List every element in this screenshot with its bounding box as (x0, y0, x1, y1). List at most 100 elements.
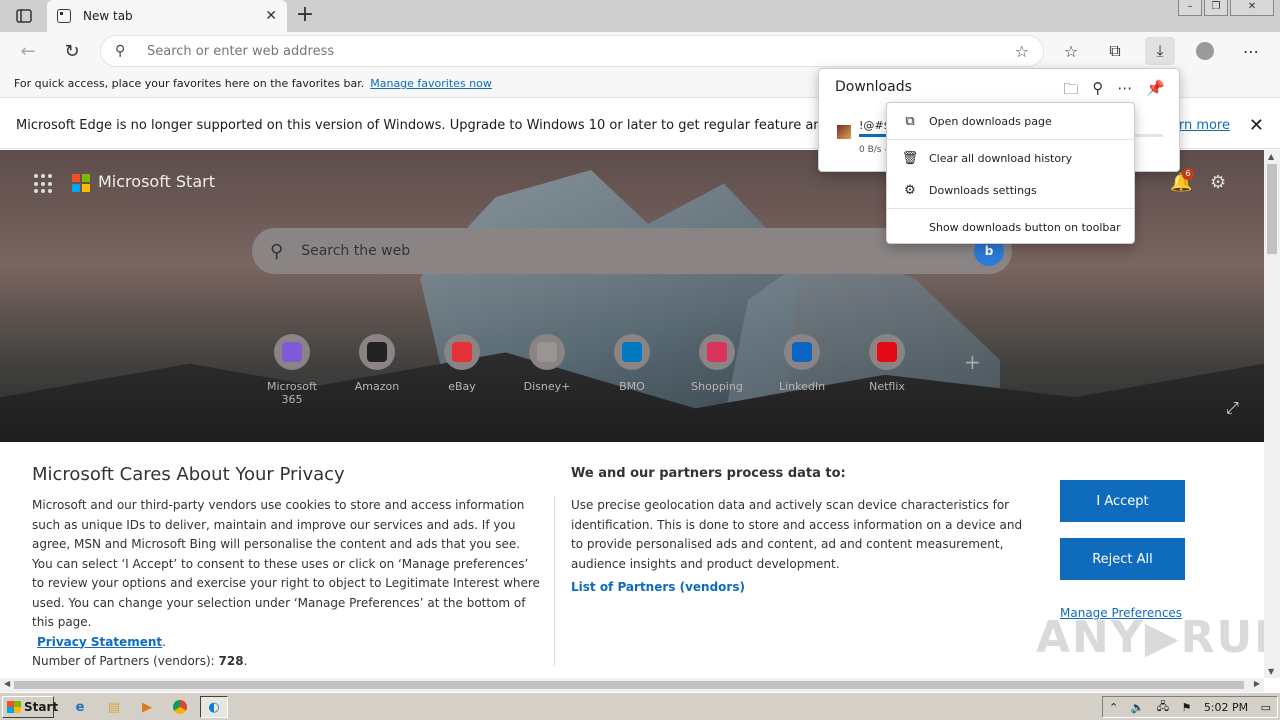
show-hidden-icons-icon[interactable]: ⌃ (1109, 701, 1118, 714)
privacy-description: Microsoft and our third-party vendors us… (32, 498, 540, 668)
start-label: Start (24, 700, 59, 714)
privacy-left-text: Microsoft and our third-party vendors us… (32, 498, 540, 629)
tab-actions-button[interactable] (8, 6, 40, 26)
address-bar[interactable]: ⚲ ☆ (100, 35, 1044, 67)
explorer-taskbar-icon[interactable]: ▤ (100, 696, 128, 718)
collections-button[interactable]: ⧉ (1100, 37, 1130, 65)
close-window-button[interactable]: ✕ (1230, 0, 1274, 16)
show-downloads-button-item[interactable]: Show downloads button on toolbar (887, 213, 1134, 241)
scrollbar-thumb[interactable] (1267, 164, 1277, 254)
address-input[interactable] (147, 43, 1015, 59)
site-logo-icon (537, 342, 557, 362)
flag-icon[interactable]: ⚑ (1182, 701, 1192, 714)
window-controls: – ❐ ✕ (1178, 0, 1274, 18)
close-icon[interactable]: ✕ (1249, 115, 1264, 136)
quick-link-label: Amazon (354, 380, 400, 393)
partners-count-label: Number of Partners (vendors): (32, 654, 215, 668)
start-button[interactable]: Start (2, 696, 58, 718)
download-progress-fill (859, 134, 890, 137)
menu-separator (887, 139, 1134, 140)
quick-link-icon (699, 334, 735, 370)
scrollbar-thumb-horizontal[interactable] (14, 681, 1244, 689)
settings-more-button[interactable]: ⋯ (1236, 37, 1266, 65)
add-favorite-icon[interactable]: ☆ (1015, 42, 1029, 61)
favorites-bar-text: For quick access, place your favorites h… (14, 77, 365, 90)
quick-link-label: eBay (448, 380, 476, 393)
accept-button[interactable]: I Accept (1060, 480, 1185, 522)
tab-new-tab[interactable]: New tab ✕ (47, 0, 287, 32)
scroll-right-arrow-icon[interactable]: ▶ (1254, 679, 1260, 688)
app-launcher-icon[interactable] (34, 174, 54, 194)
system-tray: ⌃ 🔈 🖧 ⚑ 5:02 PM ▭ (1102, 696, 1278, 718)
downloads-button[interactable]: ⤓ (1145, 37, 1175, 65)
microsoft-logo-icon (72, 174, 90, 192)
new-tab-button[interactable]: + (292, 4, 318, 28)
quick-link[interactable]: BMO (595, 334, 669, 393)
expand-icon[interactable]: ⤢ (1226, 398, 1239, 418)
search-icon[interactable]: ⚲ (1092, 79, 1103, 104)
horizontal-scrollbar[interactable]: ◀ ▶ (0, 678, 1264, 692)
quick-link[interactable]: Shopping (680, 334, 754, 393)
quick-link-icon (869, 334, 905, 370)
quick-link[interactable]: LinkedIn (765, 334, 839, 393)
menu-item-label: Downloads settings (929, 183, 1037, 197)
quick-link-label: Microsoft 365 (266, 380, 318, 406)
more-icon: ⋯ (1243, 41, 1259, 61)
chrome-taskbar-icon[interactable] (166, 696, 194, 718)
menu-item-label: Clear all download history (929, 151, 1073, 165)
open-downloads-page-item[interactable]: ⧉ Open downloads page (887, 107, 1134, 135)
quick-link[interactable]: Microsoft 365 (255, 334, 329, 406)
reload-button[interactable]: ↻ (58, 37, 86, 65)
windows-logo-icon (7, 701, 21, 713)
minimize-button[interactable]: – (1178, 0, 1202, 16)
favorites-button[interactable]: ☆ (1056, 37, 1086, 65)
collections-icon: ⧉ (1109, 41, 1121, 60)
windows-taskbar: Start e ▤ ▶ ◐ ⌃ 🔈 🖧 ⚑ 5:02 PM ▭ (0, 692, 1280, 720)
media-player-taskbar-icon[interactable]: ▶ (133, 696, 161, 718)
more-options-icon[interactable]: ⋯ (1117, 79, 1132, 104)
manage-preferences-link[interactable]: Manage Preferences (1060, 606, 1182, 620)
page-settings-gear-icon[interactable]: ⚙ (1210, 172, 1226, 193)
show-desktop-icon[interactable]: ▭ (1261, 701, 1271, 714)
gear-icon: ⚙ (904, 182, 916, 198)
clock[interactable]: 5:02 PM (1204, 701, 1248, 714)
back-button[interactable]: ← (14, 37, 42, 65)
network-icon[interactable]: 🖧 (1157, 698, 1169, 717)
downloads-settings-item[interactable]: ⚙ Downloads settings (887, 176, 1134, 204)
search-icon: ⚲ (270, 240, 284, 262)
quick-link[interactable]: Amazon (340, 334, 414, 393)
pin-icon[interactable]: 📌 (1146, 79, 1165, 104)
brand-title[interactable]: Microsoft Start (98, 172, 215, 191)
divider (554, 496, 555, 666)
trash-icon: 🗑 (901, 150, 919, 166)
tab-close-icon[interactable]: ✕ (265, 8, 277, 24)
add-quick-link-icon[interactable]: + (964, 350, 981, 374)
ie-taskbar-icon[interactable]: e (66, 696, 94, 718)
volume-icon[interactable]: 🔈 (1131, 701, 1145, 714)
quick-link-label: Disney+ (523, 380, 571, 393)
manage-favorites-link[interactable]: Manage favorites now (370, 77, 492, 90)
scroll-left-arrow-icon[interactable]: ◀ (4, 679, 10, 688)
notification-badge: 6 (1182, 168, 1194, 180)
site-logo-icon (452, 342, 472, 362)
clear-download-history-item[interactable]: 🗑 Clear all download history (887, 144, 1134, 172)
scroll-down-arrow-icon[interactable]: ▼ (1268, 667, 1274, 676)
quick-link-icon (274, 334, 310, 370)
quick-link[interactable]: eBay (425, 334, 499, 393)
site-logo-icon (367, 342, 387, 362)
reject-all-button[interactable]: Reject All (1060, 538, 1185, 580)
open-folder-icon[interactable]: 🗀 (1063, 79, 1078, 104)
scroll-up-arrow-icon[interactable]: ▲ (1268, 152, 1274, 161)
restore-button[interactable]: ❐ (1204, 0, 1228, 16)
vertical-scrollbar[interactable]: ▲ ▼ (1264, 150, 1280, 678)
quick-link[interactable]: Netflix (850, 334, 924, 393)
list-of-partners-link[interactable]: List of Partners (vendors) (571, 580, 745, 594)
edge-taskbar-icon[interactable]: ◐ (200, 696, 228, 718)
privacy-statement-link[interactable]: Privacy Statement (37, 635, 162, 649)
quick-link[interactable]: Disney+ (510, 334, 584, 393)
quick-link-label: Netflix (869, 380, 905, 393)
navigation-bar: ← ↻ ⚲ ☆ ☆ ⧉ ⤓ ⋯ (0, 32, 1280, 70)
profile-button[interactable] (1190, 37, 1220, 65)
downloads-header-actions: 🗀 ⚲ ⋯ 📌 (1063, 79, 1165, 104)
quick-link-label: Shopping (691, 380, 743, 393)
